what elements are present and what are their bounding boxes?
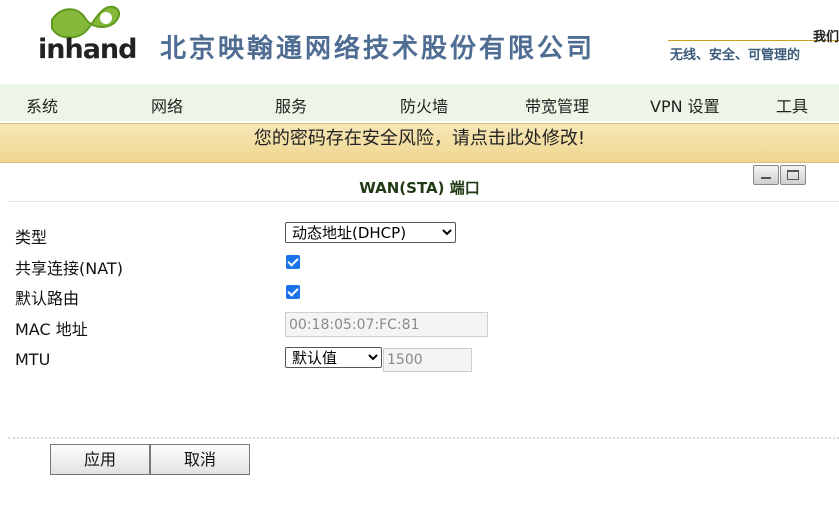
- header: inhand 北京映翰通网络技术股份有限公司 我们 无线、安全、可管理的: [0, 0, 839, 84]
- form-divider: [8, 437, 839, 439]
- type-label: 类型: [15, 228, 48, 247]
- mac-address-field[interactable]: 00:18:05:07:FC:81: [285, 312, 488, 337]
- logo-text: inhand: [38, 34, 137, 65]
- default-route-checkbox[interactable]: [286, 285, 300, 299]
- password-warning-banner[interactable]: 您的密码存在安全风险，请点击此处修改!: [0, 123, 839, 163]
- nav-item-services[interactable]: 服务: [275, 93, 307, 117]
- default-route-label: 默认路由: [15, 289, 80, 308]
- nav-item-system[interactable]: 系统: [26, 93, 58, 117]
- slogan-line1: 我们: [812, 30, 839, 45]
- apply-button[interactable]: 应用: [50, 444, 150, 475]
- company-name: 北京映翰通网络技术股份有限公司: [160, 34, 596, 64]
- nav-item-tools[interactable]: 工具: [776, 93, 808, 117]
- mac-label: MAC 地址: [15, 320, 88, 339]
- slogan-line2: 无线、安全、可管理的: [670, 48, 801, 63]
- panel-title: WAN(STA) 端口: [359, 179, 480, 197]
- mtu-value-field[interactable]: 1500: [383, 348, 472, 372]
- mtu-mode-select[interactable]: 默认值: [285, 347, 382, 368]
- panel-divider: [8, 201, 839, 202]
- nav-item-network[interactable]: 网络: [151, 93, 183, 117]
- nat-label: 共享连接(NAT): [15, 259, 123, 278]
- type-select[interactable]: 动态地址(DHCP): [285, 222, 456, 243]
- nat-checkbox[interactable]: [286, 255, 300, 269]
- nav-item-firewall[interactable]: 防火墙: [400, 93, 448, 117]
- main-nav: 系统 网络 服务 防火墙 带宽管理 VPN 设置 工具: [0, 84, 839, 121]
- nav-item-bandwidth[interactable]: 带宽管理: [525, 93, 589, 117]
- nav-item-vpn[interactable]: VPN 设置: [650, 93, 720, 117]
- mtu-label: MTU: [15, 350, 51, 369]
- cancel-button[interactable]: 取消: [150, 444, 250, 475]
